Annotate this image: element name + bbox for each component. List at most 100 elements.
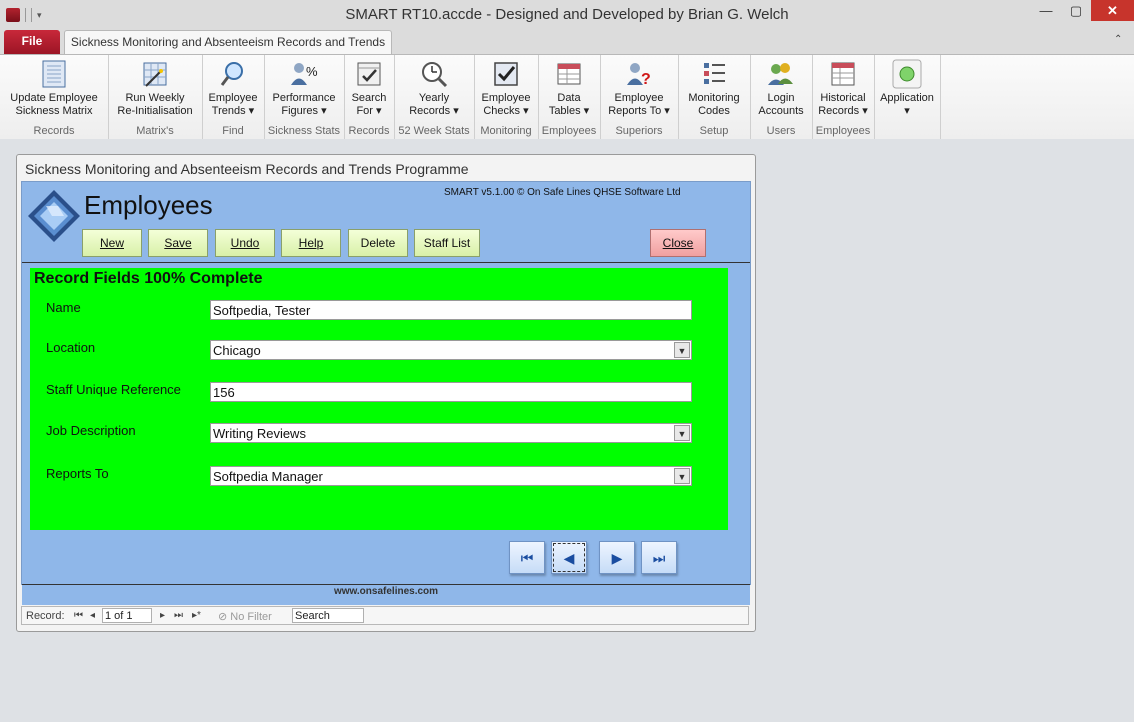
close-window-button[interactable]: ✕ [1091,0,1134,21]
ribbon-group-historical: Historical Records ▾ Employees [812,55,875,139]
table-icon [554,59,584,89]
ribbon-button-label: Data [557,92,581,104]
location-select[interactable]: Chicago ▼ [210,340,692,360]
ribbon-group-monitoring: Employee Checks ▾ Monitoring [474,55,539,139]
footer-url: www.onsafelines.com [333,586,439,597]
employee-checks-button[interactable]: Employee Checks ▾ [474,57,538,123]
run-weekly-reinitialisation-button[interactable]: Run Weekly Re-Initialisation [108,57,202,123]
checklist-icon [354,59,384,89]
new-record-icon[interactable]: ▸* [192,610,201,621]
matrix-grid-icon [39,59,69,89]
close-form-button[interactable]: Close [650,229,706,257]
ribbon: Update Employee Sickness Matrix Records … [0,54,1134,140]
chevron-down-icon[interactable]: ▼ [674,468,690,484]
last-record-icon[interactable]: ⏭ [174,610,183,621]
chevron-down-icon[interactable]: ▼ [674,342,690,358]
ribbon-group-52-week-stats: Yearly Records ▾ 52 Week Stats [394,55,475,139]
svg-text:?: ? [641,71,651,88]
reports-to-label: Reports To [46,466,109,481]
matrix-wand-icon [140,59,170,89]
page-title: Employees [84,190,213,220]
monitoring-codes-button[interactable]: Monitoring Codes [678,57,750,123]
login-accounts-button[interactable]: Login Accounts [750,57,812,123]
record-label: Record: [26,610,65,622]
ribbon-group-users: Login Accounts Users [750,55,813,139]
ribbon-button-label: Accounts [758,105,804,117]
current-record-input[interactable]: 1 of 1 [102,608,152,623]
ribbon-button-label: Historical [820,92,866,104]
next-record-icon[interactable]: ▸ [160,610,165,621]
ribbon-group-setup: Monitoring Codes Setup [678,55,751,139]
chevron-down-icon[interactable]: ▼ [674,425,690,441]
performance-figures-button[interactable]: % Performance Figures ▾ [264,57,344,123]
yearly-records-button[interactable]: Yearly Records ▾ [394,57,474,123]
ribbon-group-label: Matrix's [136,125,174,137]
tab-sickness-monitoring[interactable]: Sickness Monitoring and Absenteeism Reco… [64,30,392,55]
undo-button[interactable]: Undo [215,229,275,257]
svg-text:%: % [306,64,318,79]
search-for-button[interactable]: Search For ▾ [344,57,394,123]
ribbon-button-label: Search [351,92,387,104]
record-navigation-bar: Record: ⏮ ◂ 1 of 1 ▸ ⏭ ▸* ⊘ No Filter Se… [21,606,749,625]
ribbon-group-label: Records [348,125,390,137]
help-label: Help [298,236,324,250]
first-record-icon[interactable]: ⏮ [74,610,83,621]
delete-button[interactable]: Delete [348,229,408,257]
name-label: Name [46,300,81,315]
application-button[interactable]: Application ▾ [874,57,940,123]
form-footer: www.onsafelines.com [22,584,750,605]
code-list-icon [699,59,729,89]
search-input[interactable]: Search [292,608,364,623]
historical-records-button[interactable]: Historical Records ▾ [812,57,874,123]
staff-unique-reference-field[interactable]: 156 [210,382,692,402]
last-record-button[interactable]: ⏭ [641,541,677,574]
help-button[interactable]: Help [281,229,341,257]
ribbon-button-label: Codes [698,105,730,117]
ribbon-button-label: Checks ▾ [483,105,529,117]
job-description-select[interactable]: Writing Reviews ▼ [210,423,692,443]
ribbon-collapse-icon[interactable]: ⌃ [1114,34,1122,45]
user-percent-icon: % [289,59,319,89]
tab-file[interactable]: File [4,30,60,54]
checkbox-icon [491,59,521,89]
location-label: Location [46,340,96,355]
minimize-button[interactable]: — [1031,0,1061,21]
ribbon-button-label: Re-Initialisation [117,105,193,117]
ribbon-group-search-records: Search For ▾ Records [344,55,395,139]
history-table-icon [828,59,858,89]
ribbon-group-label: Superiors [615,125,663,137]
ribbon-group-find: Employee Trends ▾ Find [202,55,265,139]
data-tables-button[interactable]: Data Tables ▾ [538,57,600,123]
ribbon-button-label: Trends ▾ [211,105,255,117]
window-title: SMART RT10.accde - Designed and Develope… [345,6,789,23]
employee-trends-button[interactable]: Employee Trends ▾ [202,57,264,123]
maximize-button[interactable]: ▢ [1061,0,1091,21]
save-button[interactable]: Save [148,229,208,257]
staff-list-button[interactable]: Staff List [414,229,480,257]
employee-reports-to-button[interactable]: ? Employee Reports To ▾ [600,57,678,123]
job-description-label: Job Description [46,423,136,438]
ribbon-button-label: Yearly [418,92,450,104]
update-employee-sickness-matrix-button[interactable]: Update Employee Sickness Matrix [0,57,108,123]
ribbon-button-label: Records ▾ [409,105,459,117]
next-record-button[interactable]: ▶ [599,541,635,574]
ribbon-group-sickness-stats: % Performance Figures ▾ Sickness Stats [264,55,345,139]
name-field[interactable]: Softpedia, Tester [210,300,692,320]
reports-to-select[interactable]: Softpedia Manager ▼ [210,466,692,486]
ribbon-button-label: Figures ▾ [281,105,327,117]
previous-record-icon[interactable]: ◂ [90,610,95,621]
new-button[interactable]: New [82,229,142,257]
no-filter-button[interactable]: ⊘ No Filter [218,610,272,623]
form-body: Employees SMART v5.1.00 © On Safe Lines … [21,181,751,605]
previous-record-button[interactable]: ◀ [551,541,587,574]
employees-form-window: Sickness Monitoring and Absenteeism Reco… [16,154,756,632]
ribbon-button-label: ▾ [904,105,910,117]
ribbon-group-matrixs: Run Weekly Re-Initialisation Matrix's [108,55,203,139]
first-record-button[interactable]: ⏮ [509,541,545,574]
staff-list-label: Staff List [423,236,471,250]
ribbon-group-employees: Data Tables ▾ Employees [538,55,601,139]
ribbon-group-label: Setup [699,125,729,137]
location-value: Chicago [213,343,261,358]
ribbon-group-superiors: ? Employee Reports To ▾ Superiors [600,55,679,139]
job-description-value: Writing Reviews [213,426,306,441]
